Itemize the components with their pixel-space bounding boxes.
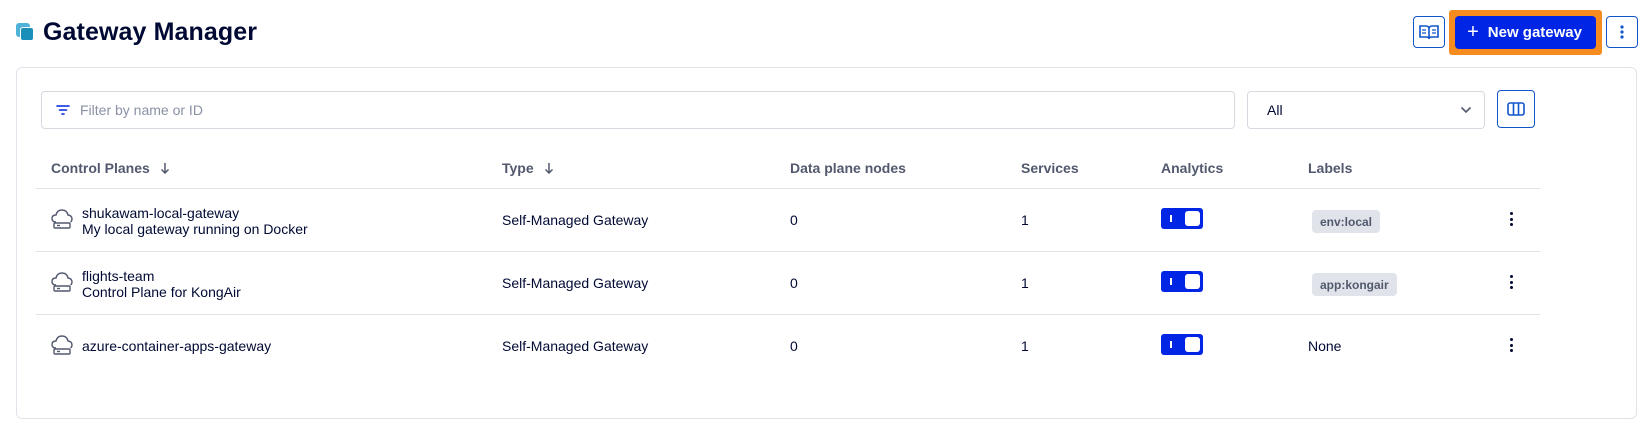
row-actions-kebab-icon[interactable] <box>1509 212 1513 226</box>
control-plane-description: Control Plane for KongAir <box>82 284 241 300</box>
type-cell: Self-Managed Gateway <box>502 212 649 228</box>
row-actions-kebab-icon[interactable] <box>1509 275 1513 289</box>
analytics-toggle[interactable] <box>1161 208 1203 229</box>
more-options-button[interactable] <box>1606 16 1638 48</box>
control-plane-name-block: flights-team Control Plane for KongAir <box>82 268 241 300</box>
label-badge: env:local <box>1312 210 1381 233</box>
table-row[interactable]: shukawam-local-gateway My local gateway … <box>36 189 1540 252</box>
gateway-manager-logo-icon <box>16 23 34 41</box>
control-plane-name-block: azure-container-apps-gateway <box>82 338 271 354</box>
header-actions: + New gateway <box>1413 9 1638 55</box>
control-plane-description: My local gateway running on Docker <box>82 221 308 237</box>
book-icon <box>1419 25 1439 40</box>
column-data-plane-nodes: Data plane nodes <box>790 160 906 176</box>
control-plane-name[interactable]: shukawam-local-gateway <box>82 205 308 221</box>
control-plane-name-block: shukawam-local-gateway My local gateway … <box>82 205 308 237</box>
columns-button[interactable] <box>1497 90 1535 128</box>
new-gateway-label: New gateway <box>1487 23 1582 41</box>
column-label: Control Planes <box>51 160 150 176</box>
column-label: Type <box>502 160 534 176</box>
type-select[interactable]: All <box>1247 91 1485 129</box>
new-gateway-highlight: + New gateway <box>1449 9 1602 55</box>
data-plane-nodes-cell: 0 <box>790 275 798 291</box>
services-cell: 1 <box>1021 212 1029 228</box>
type-cell: Self-Managed Gateway <box>502 275 649 291</box>
sort-arrow-down-icon <box>160 163 169 174</box>
column-labels: Labels <box>1308 160 1353 176</box>
chevron-down-icon <box>1460 106 1472 114</box>
label-none: None <box>1308 338 1342 354</box>
kebab-icon <box>1620 25 1624 39</box>
table-row[interactable]: flights-team Control Plane for KongAir S… <box>36 252 1540 315</box>
analytics-toggle[interactable] <box>1161 334 1203 355</box>
type-cell: Self-Managed Gateway <box>502 338 649 354</box>
filter-icon <box>56 105 70 115</box>
analytics-toggle[interactable] <box>1161 271 1203 292</box>
control-plane-name[interactable]: flights-team <box>82 268 241 284</box>
column-control-planes[interactable]: Control Planes <box>51 160 170 176</box>
page-title: Gateway Manager <box>43 17 258 46</box>
new-gateway-button[interactable]: + New gateway <box>1455 15 1596 49</box>
search-placeholder: Filter by name or ID <box>80 102 203 118</box>
row-actions-kebab-icon[interactable] <box>1509 338 1513 352</box>
page-header: Gateway Manager + New gateway <box>16 9 1638 55</box>
gateways-card: Filter by name or ID All Control Planes … <box>16 67 1637 419</box>
services-cell: 1 <box>1021 275 1029 291</box>
data-plane-nodes-cell: 0 <box>790 338 798 354</box>
cloud-server-icon <box>51 272 73 292</box>
cloud-server-icon <box>51 209 73 229</box>
control-plane-name[interactable]: azure-container-apps-gateway <box>82 338 271 354</box>
table-row[interactable]: azure-container-apps-gateway Self-Manage… <box>36 315 1540 378</box>
sort-arrow-down-icon <box>544 163 553 174</box>
column-type[interactable]: Type <box>502 160 554 176</box>
column-analytics: Analytics <box>1161 160 1224 176</box>
services-cell: 1 <box>1021 338 1029 354</box>
table-header: Control Planes Type Data plane nodes Ser… <box>36 150 1540 189</box>
columns-icon <box>1507 102 1525 116</box>
cloud-server-icon <box>51 335 73 355</box>
label-badge: app:kongair <box>1312 273 1397 296</box>
search-input[interactable]: Filter by name or ID <box>41 91 1235 129</box>
type-select-value: All <box>1267 102 1283 118</box>
data-plane-nodes-cell: 0 <box>790 212 798 228</box>
gateways-table: Control Planes Type Data plane nodes Ser… <box>36 150 1540 378</box>
docs-button[interactable] <box>1413 16 1446 48</box>
column-services: Services <box>1021 160 1079 176</box>
plus-icon: + <box>1467 21 1479 43</box>
